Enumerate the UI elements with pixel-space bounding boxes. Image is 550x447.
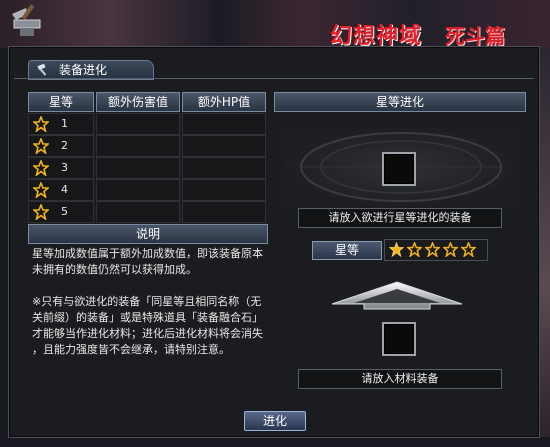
title-divider xyxy=(14,78,534,79)
star-cell: 2 xyxy=(28,135,94,157)
star-icon xyxy=(33,138,49,154)
game-logo-subtitle: 死斗篇 xyxy=(445,24,505,48)
star-icon-filled xyxy=(389,242,404,257)
material-slot[interactable] xyxy=(382,322,416,356)
panel-title-tab: 装备进化 xyxy=(28,60,154,80)
star-level-value: 1 xyxy=(61,117,68,130)
star-level-button[interactable]: 星等 xyxy=(312,241,382,260)
star-icon xyxy=(33,182,49,198)
equipment-slot-hint: 请放入欲进行星等进化的装备 xyxy=(298,208,502,228)
star-cell: 1 xyxy=(28,113,94,135)
equipment-slot[interactable] xyxy=(382,152,416,186)
table-header-hp: 额外HP值 xyxy=(182,92,266,112)
damage-cell xyxy=(96,157,180,179)
table-row: 4 xyxy=(28,179,266,201)
table-header-star: 星等 xyxy=(28,92,94,112)
star-icon-empty xyxy=(407,242,422,257)
star-level-value: 4 xyxy=(61,183,68,196)
star-level-value: 3 xyxy=(61,161,68,174)
hp-cell xyxy=(182,157,266,179)
game-background-bottom xyxy=(0,437,550,447)
star-cell: 5 xyxy=(28,201,94,223)
description-text: 星等加成数值属于额外加成数值，即该装备原本 未拥有的数值仍然可以获得加成。 ※只… xyxy=(32,247,263,356)
damage-cell xyxy=(96,179,180,201)
table-row: 5 xyxy=(28,201,266,223)
table-row: 1 xyxy=(28,113,266,135)
panel-title: 装备进化 xyxy=(59,63,108,77)
table-row: 3 xyxy=(28,157,266,179)
description-header: 说明 xyxy=(28,224,268,244)
game-background-left xyxy=(0,48,8,447)
hammer-icon xyxy=(37,63,47,76)
star-icon-empty xyxy=(443,242,458,257)
up-arrow-icon xyxy=(331,281,463,310)
damage-cell xyxy=(96,135,180,157)
hp-cell xyxy=(182,113,266,135)
hp-cell xyxy=(182,201,266,223)
star-icon xyxy=(33,204,49,220)
hp-cell xyxy=(182,135,266,157)
star-icon xyxy=(33,116,49,132)
anvil-logo-icon xyxy=(12,4,41,36)
star-cell: 4 xyxy=(28,179,94,201)
star-cell: 3 xyxy=(28,157,94,179)
star-icon-empty xyxy=(425,242,440,257)
hp-cell xyxy=(182,179,266,201)
star-evolution-header: 星等进化 xyxy=(274,92,526,112)
star-rating xyxy=(384,239,488,261)
material-slot-hint: 请放入材料装备 xyxy=(298,369,502,389)
table-header-damage: 额外伤害值 xyxy=(96,92,180,112)
star-icon-empty xyxy=(461,242,476,257)
star-level-value: 2 xyxy=(61,139,68,152)
star-level-value: 5 xyxy=(61,205,68,218)
damage-cell xyxy=(96,201,180,223)
evolve-button[interactable]: 进化 xyxy=(244,411,306,431)
star-icon xyxy=(33,160,49,176)
table-row: 2 xyxy=(28,135,266,157)
damage-cell xyxy=(96,113,180,135)
